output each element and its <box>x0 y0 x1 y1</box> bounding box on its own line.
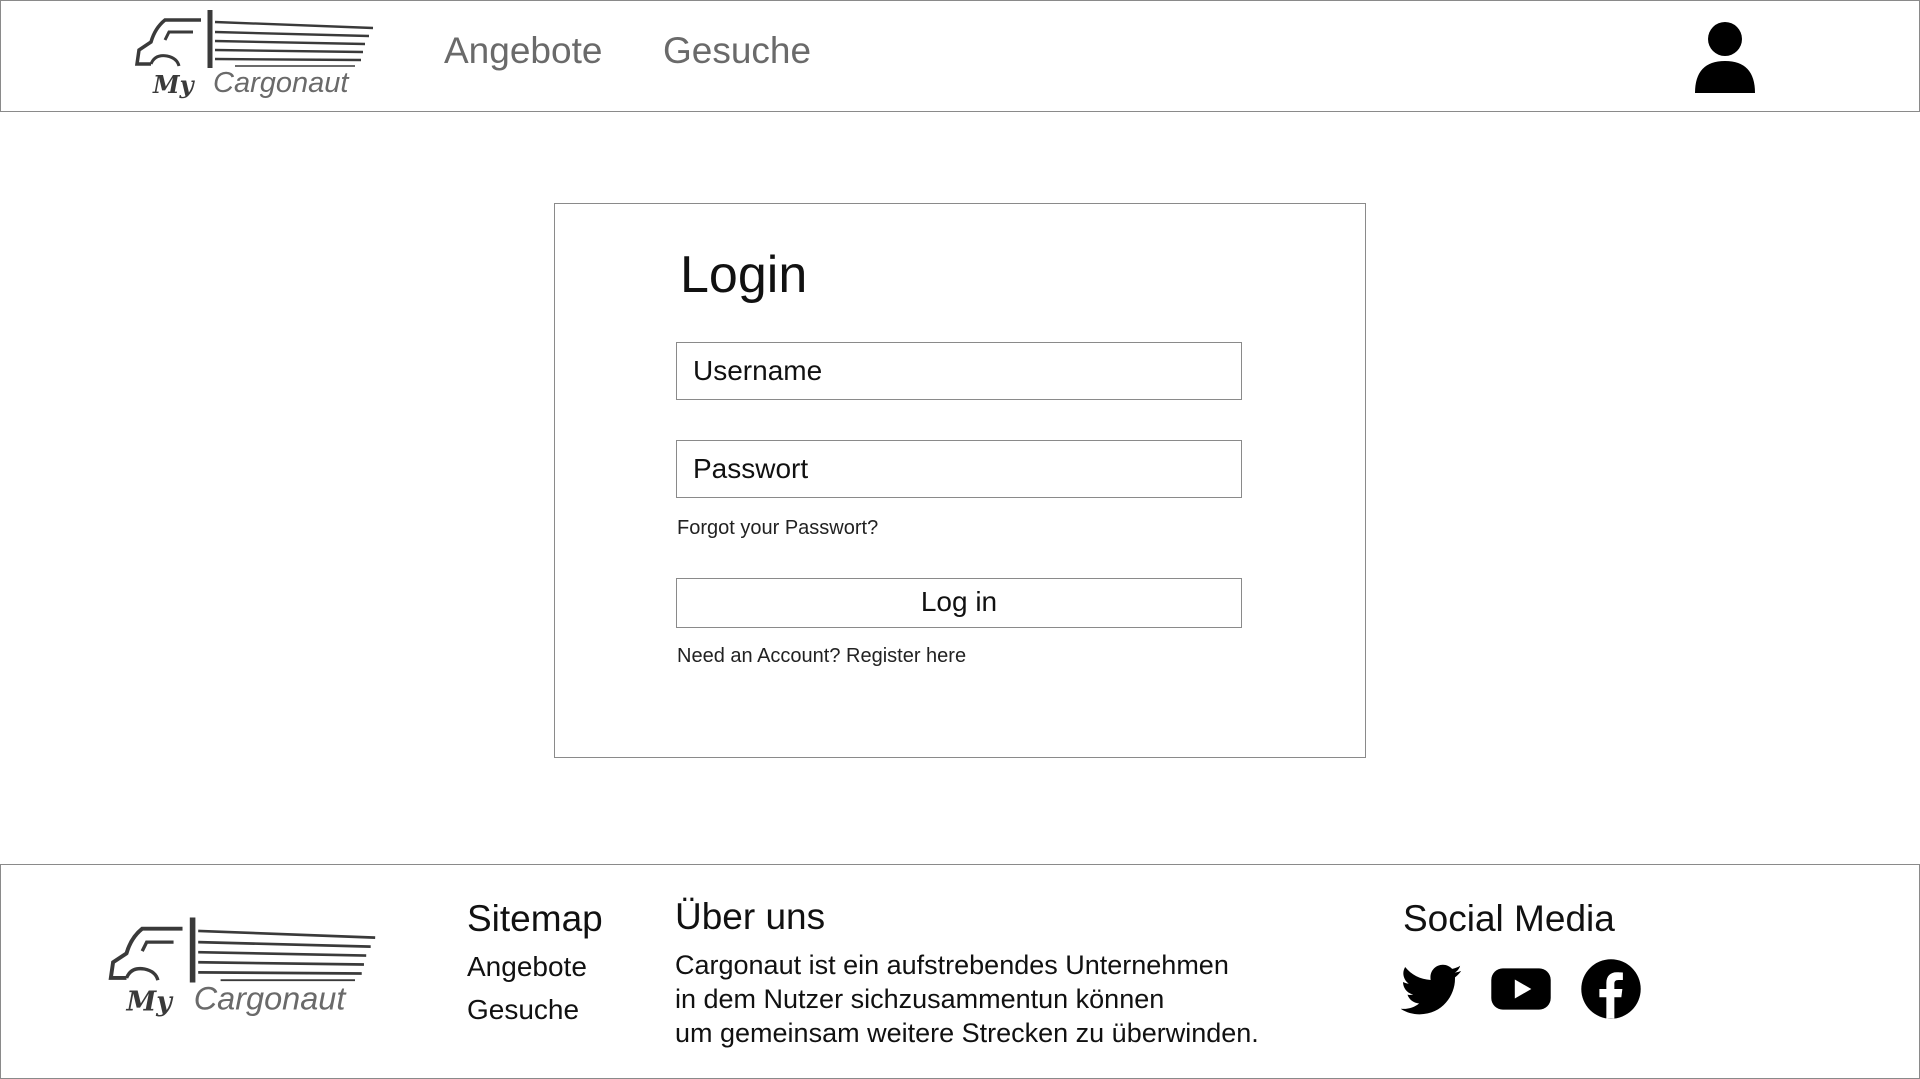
logo-my-text: My <box>152 70 196 99</box>
about-line: Cargonaut ist ein aufstrebendes Unterneh… <box>675 950 1229 980</box>
youtube-icon[interactable] <box>1490 958 1552 1020</box>
sitemap-link-gesuche[interactable]: Gesuche <box>467 994 579 1026</box>
nav-gesuche[interactable]: Gesuche <box>663 30 811 72</box>
sitemap-link-angebote[interactable]: Angebote <box>467 951 587 983</box>
about-line: um gemeinsam weitere Strecken zu überwin… <box>675 1018 1259 1048</box>
social-media-heading: Social Media <box>1403 898 1615 939</box>
register-link[interactable]: Need an Account? Register here <box>677 645 966 668</box>
user-icon[interactable] <box>1693 21 1757 93</box>
sitemap-heading: Sitemap <box>467 898 603 939</box>
login-button[interactable]: Log in <box>676 578 1242 628</box>
logo-footer[interactable]: My Cargonaut <box>108 913 378 1025</box>
twitter-icon[interactable] <box>1401 958 1463 1020</box>
footer-logo-brand-text: Cargonaut <box>194 980 348 1016</box>
footer-logo-my-text: My <box>126 986 175 1017</box>
forgot-password-link[interactable]: Forgot your Passwort? <box>677 517 878 540</box>
about-heading: Über uns <box>675 896 826 937</box>
nav-angebote[interactable]: Angebote <box>444 30 602 72</box>
about-text: Cargonaut ist ein aufstrebendes Unterneh… <box>675 948 1259 1050</box>
facebook-icon[interactable] <box>1580 958 1642 1020</box>
logo-brand-text: Cargonaut <box>213 67 350 99</box>
login-title: Login <box>680 246 808 304</box>
about-line: in dem Nutzer sichzusammentun können <box>675 984 1165 1014</box>
truck-logo-icon <box>108 917 376 983</box>
password-input[interactable] <box>676 440 1242 498</box>
truck-logo-icon <box>135 10 374 68</box>
username-input[interactable] <box>676 342 1242 400</box>
logo-header[interactable]: My Cargonaut <box>135 6 375 106</box>
